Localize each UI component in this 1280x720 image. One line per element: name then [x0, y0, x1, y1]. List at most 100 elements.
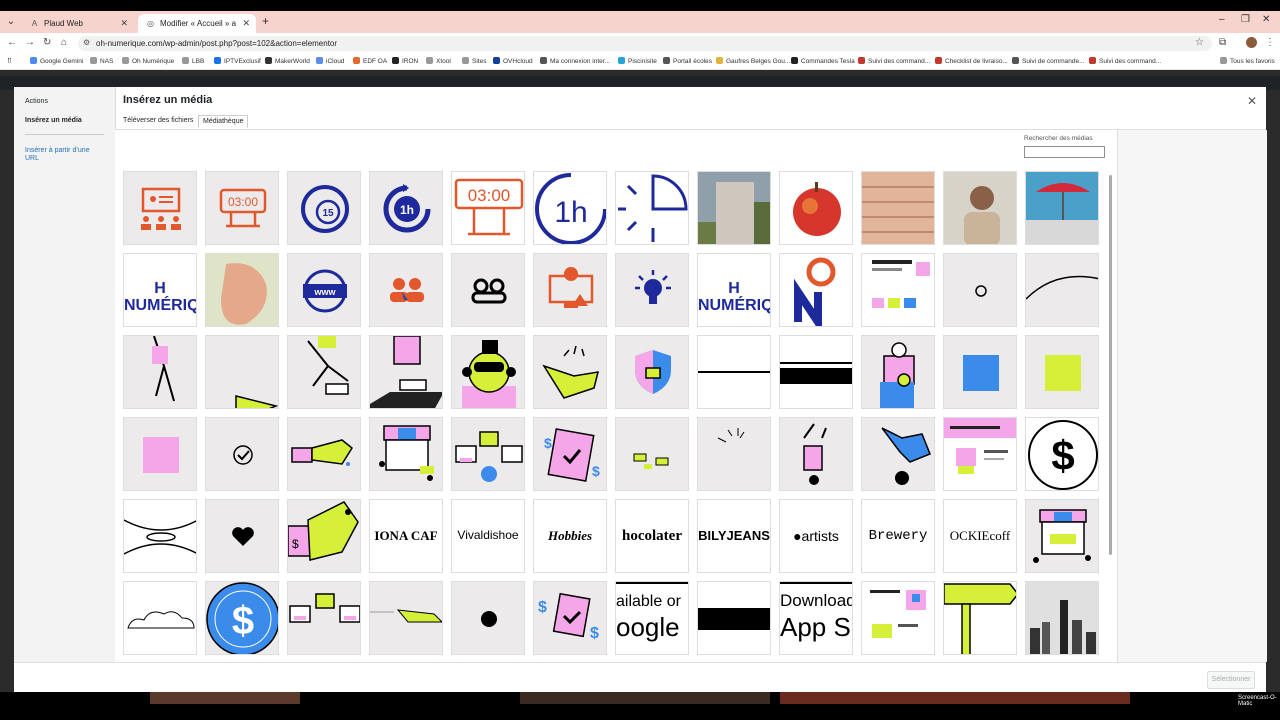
attachment-timer-board-icon[interactable]: 03:00 — [205, 171, 279, 245]
attachment-city-photo[interactable] — [1025, 581, 1099, 655]
new-tab-icon[interactable]: + — [262, 14, 269, 28]
extensions-icon[interactable]: ⧉ — [1219, 37, 1226, 48]
bookmark-item[interactable]: Google Gemini — [30, 57, 83, 65]
close-tab-icon[interactable]: ✕ — [242, 18, 250, 29]
attachment-users-icon[interactable] — [369, 253, 443, 327]
attachment-illustration-bill[interactable] — [369, 581, 443, 655]
attachment-quarter-clock-icon[interactable] — [615, 171, 689, 245]
attachment-black-dot[interactable] — [451, 581, 525, 655]
attachment-check-circle-icon[interactable] — [205, 417, 279, 491]
close-icon[interactable]: ✕ — [1247, 94, 1257, 108]
minimize-icon[interactable]: – — [1219, 14, 1225, 25]
attachment-illustration-security-users[interactable] — [451, 417, 525, 491]
attachment-illustration-walking[interactable] — [123, 335, 197, 409]
attachment-app-store-badge[interactable]: Download App S — [779, 581, 853, 655]
attachment-illustration-signpost[interactable] — [943, 581, 1017, 655]
bookmark-item[interactable]: NAS — [90, 57, 113, 65]
attachment-sparkle[interactable] — [697, 417, 771, 491]
attachment-illustration-kick[interactable] — [861, 417, 935, 491]
attachment-lightbulb-icon[interactable] — [615, 253, 689, 327]
attachment-lime-square[interactable] — [1025, 335, 1099, 409]
attachment-illustration-store[interactable] — [369, 417, 443, 491]
attachment-illustration-flying-cash[interactable] — [287, 417, 361, 491]
attachment-black-bar[interactable] — [697, 581, 771, 655]
bookmark-item[interactable]: EDF OA — [353, 57, 387, 65]
bookmark-item[interactable]: IPTVExclusif — [214, 57, 261, 65]
tab-search-icon[interactable]: ⌄ — [4, 15, 18, 29]
back-icon[interactable]: ← — [7, 37, 17, 48]
bookmark-item[interactable]: IRON — [392, 57, 418, 65]
attachment-clock-15-icon[interactable]: 15 — [287, 171, 361, 245]
attachment-wood-texture-photo[interactable] — [861, 171, 935, 245]
attachment-illustration-step[interactable] — [369, 335, 443, 409]
bookmark-item[interactable]: MakerWorld — [265, 57, 310, 65]
profile-avatar[interactable] — [1246, 37, 1257, 48]
close-window-icon[interactable]: ✕ — [1262, 14, 1270, 25]
attachment-illustration-person[interactable] — [861, 335, 935, 409]
bookmark-item[interactable]: OVHcloud — [493, 57, 533, 65]
home-icon[interactable]: ⌂ — [61, 37, 67, 48]
sidebar-item-insert-from-url[interactable]: Insérer à partir d’une URL — [25, 147, 103, 163]
attachment-illustration-security-small[interactable] — [287, 581, 361, 655]
attachment-on-logo[interactable] — [779, 253, 853, 327]
attachment-meeting-icon[interactable] — [451, 253, 525, 327]
attachment-pool-photo[interactable] — [1025, 171, 1099, 245]
address-bar[interactable]: ⚙ oh-numerique.com/wp-admin/post.php?pos… — [78, 36, 1212, 51]
bookmark-item[interactable]: Xtool — [426, 57, 451, 65]
site-info-icon[interactable]: ⚙ — [83, 38, 90, 47]
attachment-small-circle[interactable] — [943, 253, 1017, 327]
bookmark-item[interactable]: Suivi des command... — [858, 57, 930, 65]
bookmark-item[interactable]: Oh Numérique — [122, 57, 174, 65]
bookmark-item[interactable]: Gaufres Belges Gou... — [716, 57, 790, 65]
select-button[interactable]: Sélectionner — [1207, 671, 1255, 689]
attachment-heart-icon[interactable] — [205, 499, 279, 573]
attachment-cloud-shape[interactable] — [123, 581, 197, 655]
attachment-logo-billyjeans[interactable]: BILYJEANS — [697, 499, 771, 573]
attachment-presentation-icon[interactable] — [123, 171, 197, 245]
browser-tab-elementor[interactable]: ◎ Modifier « Accueil » avec Elementor ✕ — [138, 14, 256, 33]
attachment-logo-cookiecoff[interactable]: OCKIEcoff — [943, 499, 1017, 573]
bookmark-item[interactable]: iCloud — [316, 57, 344, 65]
attachment-1h-large-icon[interactable]: 1h — [533, 171, 607, 245]
search-media-input[interactable] — [1024, 146, 1105, 158]
attachment-logo-chocolater[interactable]: hocolater — [615, 499, 689, 573]
attachment-building-photo[interactable] — [697, 171, 771, 245]
bookmark-item[interactable]: Sites — [462, 57, 486, 65]
attachment-oh-numerique-logo[interactable]: H NUMÉRIQ — [123, 253, 197, 327]
reload-icon[interactable]: ↻ — [43, 37, 51, 48]
attachment-logo-hobbies[interactable]: Hobbies — [533, 499, 607, 573]
maximize-icon[interactable]: ❐ — [1241, 14, 1250, 25]
tab-media-library[interactable]: Médiathèque — [198, 115, 249, 128]
attachment-countdown-icon[interactable]: 03:00 — [451, 171, 525, 245]
bookmark-item[interactable]: Suivi de commande... — [1012, 57, 1085, 65]
bookmark-item[interactable]: Piscinisite — [618, 57, 657, 65]
attachment-website-pink[interactable] — [943, 417, 1017, 491]
bookmark-item[interactable]: Checklist de livraiso... — [935, 57, 1008, 65]
bookmark-item[interactable]: Commandes Tesla — [791, 57, 855, 65]
bookmark-item[interactable]: Ma connexion inter... — [540, 57, 610, 65]
attachment-website-screenshot-2[interactable] — [861, 581, 935, 655]
attachment-illustration-headset[interactable] — [451, 335, 525, 409]
attachment-dollar-blue-circle[interactable]: $ — [205, 581, 279, 655]
attachment-illustration-sneakers[interactable] — [287, 335, 361, 409]
attachment-illustration-payment[interactable]: $ $ — [533, 417, 607, 491]
attachment-dollar-circle[interactable]: $ — [1025, 417, 1099, 491]
tab-upload-files[interactable]: Téléverser des fichiers — [119, 115, 197, 126]
attachment-1h-icon[interactable]: 1h — [369, 171, 443, 245]
apps-icon[interactable]: ⠿ — [7, 57, 12, 65]
bookmark-star-icon[interactable]: ☆ — [1195, 37, 1204, 48]
attachment-illustration-shop[interactable] — [1025, 499, 1099, 573]
attachment-illustration-payment-2[interactable]: $ $ — [533, 581, 607, 655]
attachment-illustration-cash-bird[interactable]: $ — [287, 499, 361, 573]
forward-icon[interactable]: → — [25, 37, 35, 48]
attachment-illustration-shoe[interactable] — [205, 335, 279, 409]
browser-tab-plaud[interactable]: A Plaud Web ✕ — [22, 14, 134, 33]
attachment-thick-line[interactable] — [779, 335, 853, 409]
attachment-curve-line[interactable] — [1025, 253, 1099, 327]
bookmark-item[interactable]: LBB — [182, 57, 204, 65]
attachment-wave-shape[interactable] — [123, 499, 197, 573]
attachment-logo-artists[interactable]: ●artists — [779, 499, 853, 573]
attachment-apple-photo[interactable] — [779, 171, 853, 245]
attachment-illustration-dancer[interactable] — [779, 417, 853, 491]
scrollbar-thumb[interactable] — [1109, 175, 1112, 555]
